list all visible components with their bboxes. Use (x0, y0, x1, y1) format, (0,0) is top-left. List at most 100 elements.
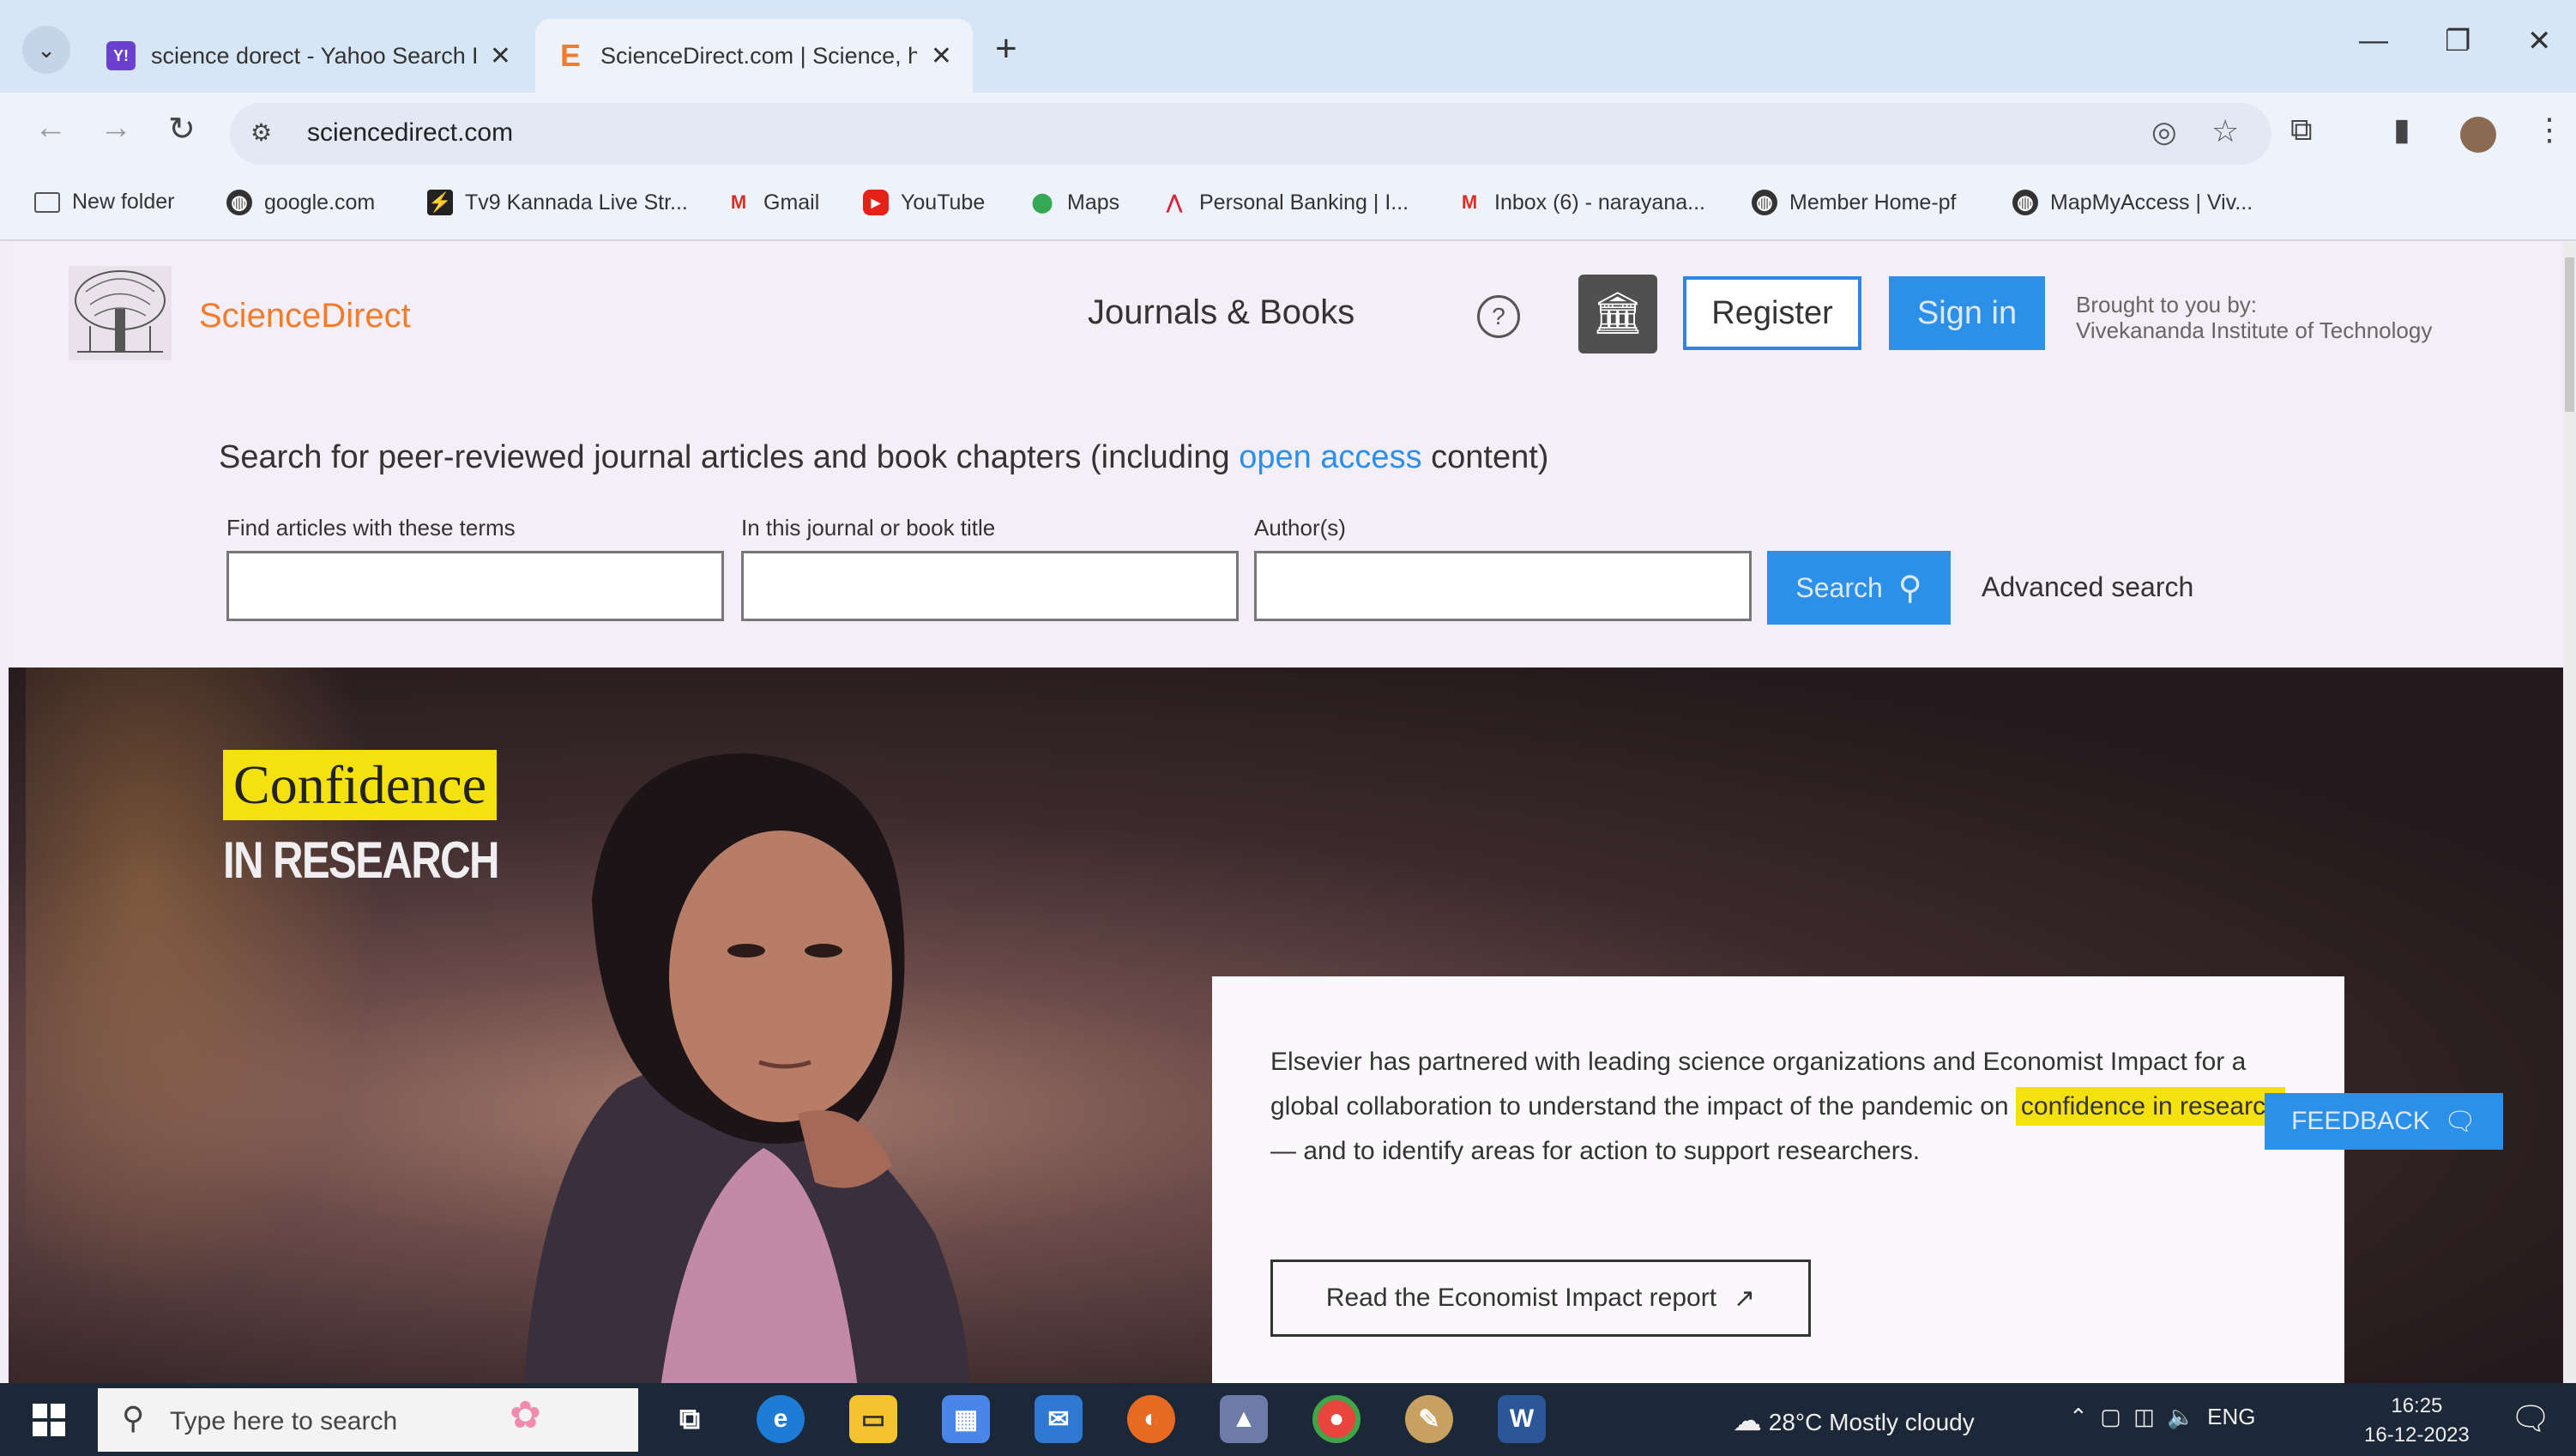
volume-icon[interactable]: 🔈 (2167, 1404, 2194, 1429)
language-indicator[interactable]: ENG (2207, 1404, 2255, 1429)
tab-title: science dorect - Yahoo Search R (151, 42, 476, 69)
bookmark-mapmyaccess[interactable]: ◍ MapMyAccess | Viv... (2012, 190, 2253, 215)
author-label: Author(s) (1254, 515, 1346, 541)
forward-icon[interactable]: → (100, 110, 132, 147)
page-scrollbar[interactable] (2563, 242, 2576, 1383)
weather-widget[interactable]: ☁ 28°C Mostly cloudy (1733, 1404, 1975, 1438)
axolotl-icon: ✿ (510, 1394, 541, 1436)
journal-input[interactable] (741, 551, 1239, 621)
tab-sciencedirect[interactable]: E ScienceDirect.com | Science, he ✕ (535, 19, 973, 93)
hero-card: Elsevier has partnered with leading scie… (1212, 976, 2344, 1383)
sign-in-button[interactable]: Sign in (1889, 276, 2045, 350)
scrollbar-thumb[interactable] (2565, 257, 2574, 412)
bookmark-member-home[interactable]: ◍ Member Home-pf (1752, 190, 1957, 215)
globe-icon: ◍ (226, 190, 252, 215)
tab-strip: ⌄ Y! science dorect - Yahoo Search R ✕ E… (0, 0, 2576, 93)
reload-icon[interactable]: ↻ (168, 110, 196, 148)
feedback-button[interactable]: FEEDBACK 🗨 (2265, 1093, 2503, 1150)
search-button-label: Search (1795, 571, 1883, 603)
page-content: ScienceDirect Journals & Books ? 🏛 Regis… (9, 242, 2563, 1383)
terms-label: Find articles with these terms (226, 515, 516, 541)
firefox-icon[interactable]: ◐ (1127, 1395, 1175, 1443)
wifi-icon[interactable]: ◫ (2133, 1404, 2155, 1429)
read-report-label: Read the Economist Impact report (1325, 1284, 1717, 1312)
hero-title-in-research: IN RESEARCH (223, 831, 500, 889)
search-heading: Search for peer-reviewed journal article… (219, 439, 1549, 475)
windows-start-icon[interactable] (33, 1404, 65, 1436)
new-tab-button[interactable]: + (995, 27, 1017, 70)
star-icon[interactable]: ☆ (2211, 113, 2239, 149)
restore-icon[interactable]: ❐ (2445, 24, 2470, 58)
author-input[interactable] (1254, 551, 1752, 621)
weather-text: 28°C Mostly cloudy (1768, 1409, 1975, 1435)
gmail-icon: M (730, 191, 747, 213)
help-icon[interactable]: ? (1477, 295, 1520, 338)
address-bar[interactable]: ⚙ sciencedirect.com ◎ ☆ (230, 103, 2271, 165)
word-icon[interactable]: W (1498, 1395, 1546, 1443)
system-tray[interactable]: ⌃ ▢ ◫ 🔈 ENG (2069, 1404, 2255, 1430)
clock-date: 16-12-2023 (2364, 1423, 2470, 1447)
close-icon[interactable]: ✕ (490, 41, 511, 71)
paint-icon[interactable]: ✎ (1405, 1395, 1453, 1443)
task-view-icon[interactable]: ⧉ (666, 1395, 714, 1443)
bookmark-youtube[interactable]: ▶ YouTube (863, 190, 985, 215)
eye-off-icon[interactable]: ◎ (2151, 115, 2177, 149)
bookmark-tv9[interactable]: ⚡ Tv9 Kannada Live Str... (427, 190, 688, 215)
store-icon[interactable]: ▦ (942, 1395, 990, 1443)
journals-books-link[interactable]: Journals & Books (1088, 293, 1354, 332)
globe-icon: ◍ (2012, 190, 2038, 215)
brought-label: Brought to you by: (2076, 292, 2258, 317)
bookmark-maps[interactable]: ⬤ Maps (1029, 190, 1119, 215)
network-icon[interactable]: ▢ (2100, 1404, 2121, 1429)
bookmark-google[interactable]: ◍ google.com (226, 190, 375, 215)
advanced-search-link[interactable]: Advanced search (1982, 571, 2193, 603)
chevron-up-icon[interactable]: ⌃ (2069, 1404, 2088, 1429)
journal-label: In this journal or book title (741, 515, 996, 541)
bookmarks-bar: New folder ◍ google.com ⚡ Tv9 Kannada Live… (0, 174, 2576, 241)
open-access-link[interactable]: open access (1239, 439, 1421, 475)
minimize-icon[interactable]: — (2359, 24, 2388, 57)
bookmark-new-folder[interactable]: New folder (34, 190, 175, 214)
profile-avatar[interactable] (2460, 117, 2496, 153)
youtube-icon: ▶ (863, 190, 889, 215)
read-report-button[interactable]: Read the Economist Impact report ↗ (1270, 1260, 1811, 1337)
chat-icon: 🗨 (2443, 1107, 2476, 1136)
gmail-icon: M (1461, 191, 1478, 213)
menu-icon[interactable]: ⋮ (2534, 112, 2565, 148)
confidence-in-research-link[interactable]: confidence in research (2015, 1087, 2285, 1126)
clock[interactable]: 16:25 16-12-2023 (2364, 1392, 2470, 1450)
terms-input[interactable] (226, 551, 724, 621)
bookmark-gmail[interactable]: M Gmail (726, 190, 819, 215)
elsevier-tree-logo[interactable] (69, 266, 172, 360)
bookmark-personal-banking[interactable]: ⋀ Personal Banking | I... (1161, 190, 1409, 215)
globe-icon: ◍ (1752, 190, 1777, 215)
clock-time: 16:25 (2391, 1394, 2443, 1417)
tab-yahoo-search[interactable]: Y! science dorect - Yahoo Search R ✕ (86, 19, 532, 93)
institution-name: Vivekananda Institute of Technology (2076, 317, 2433, 343)
taskbar-search[interactable]: ⚲ Type here to search ✿ (98, 1388, 638, 1452)
site-info-icon[interactable]: ⚙ (250, 118, 272, 147)
hero-card-text: Elsevier has partnered with leading scie… (1270, 1040, 2300, 1174)
register-button[interactable]: Register (1683, 276, 1861, 350)
back-icon[interactable]: ← (34, 110, 67, 147)
sidepanel-icon[interactable]: ▮ (2393, 112, 2410, 148)
feedback-label: FEEDBACK (2291, 1107, 2430, 1135)
taskbar-search-placeholder: Type here to search (170, 1407, 398, 1435)
notifications-icon[interactable]: 🗨 (2510, 1400, 2551, 1438)
chrome-icon[interactable]: ● (1312, 1395, 1360, 1443)
extensions-icon[interactable]: ⧉ (2290, 112, 2313, 148)
maps-icon: ⬤ (1031, 191, 1053, 213)
sciencedirect-brand[interactable]: ScienceDirect (199, 297, 411, 335)
mail-icon[interactable]: ✉ (1035, 1395, 1083, 1443)
edge-icon[interactable]: e (757, 1395, 805, 1443)
brought-to-you-by: Brought to you by: Vivekananda Institute… (2076, 292, 2432, 343)
hero-title-confidence: Confidence (223, 750, 497, 820)
app-icon[interactable]: ▲ (1220, 1395, 1268, 1443)
institution-icon[interactable]: 🏛 (1578, 275, 1657, 353)
bookmark-inbox[interactable]: M Inbox (6) - narayana... (1457, 190, 1705, 215)
close-icon[interactable]: ✕ (931, 41, 952, 71)
tab-search-button[interactable]: ⌄ (22, 26, 70, 74)
file-explorer-icon[interactable]: ▭ (849, 1395, 897, 1443)
search-button[interactable]: Search ⚲ (1767, 551, 1951, 625)
close-window-icon[interactable]: ✕ (2527, 24, 2552, 58)
